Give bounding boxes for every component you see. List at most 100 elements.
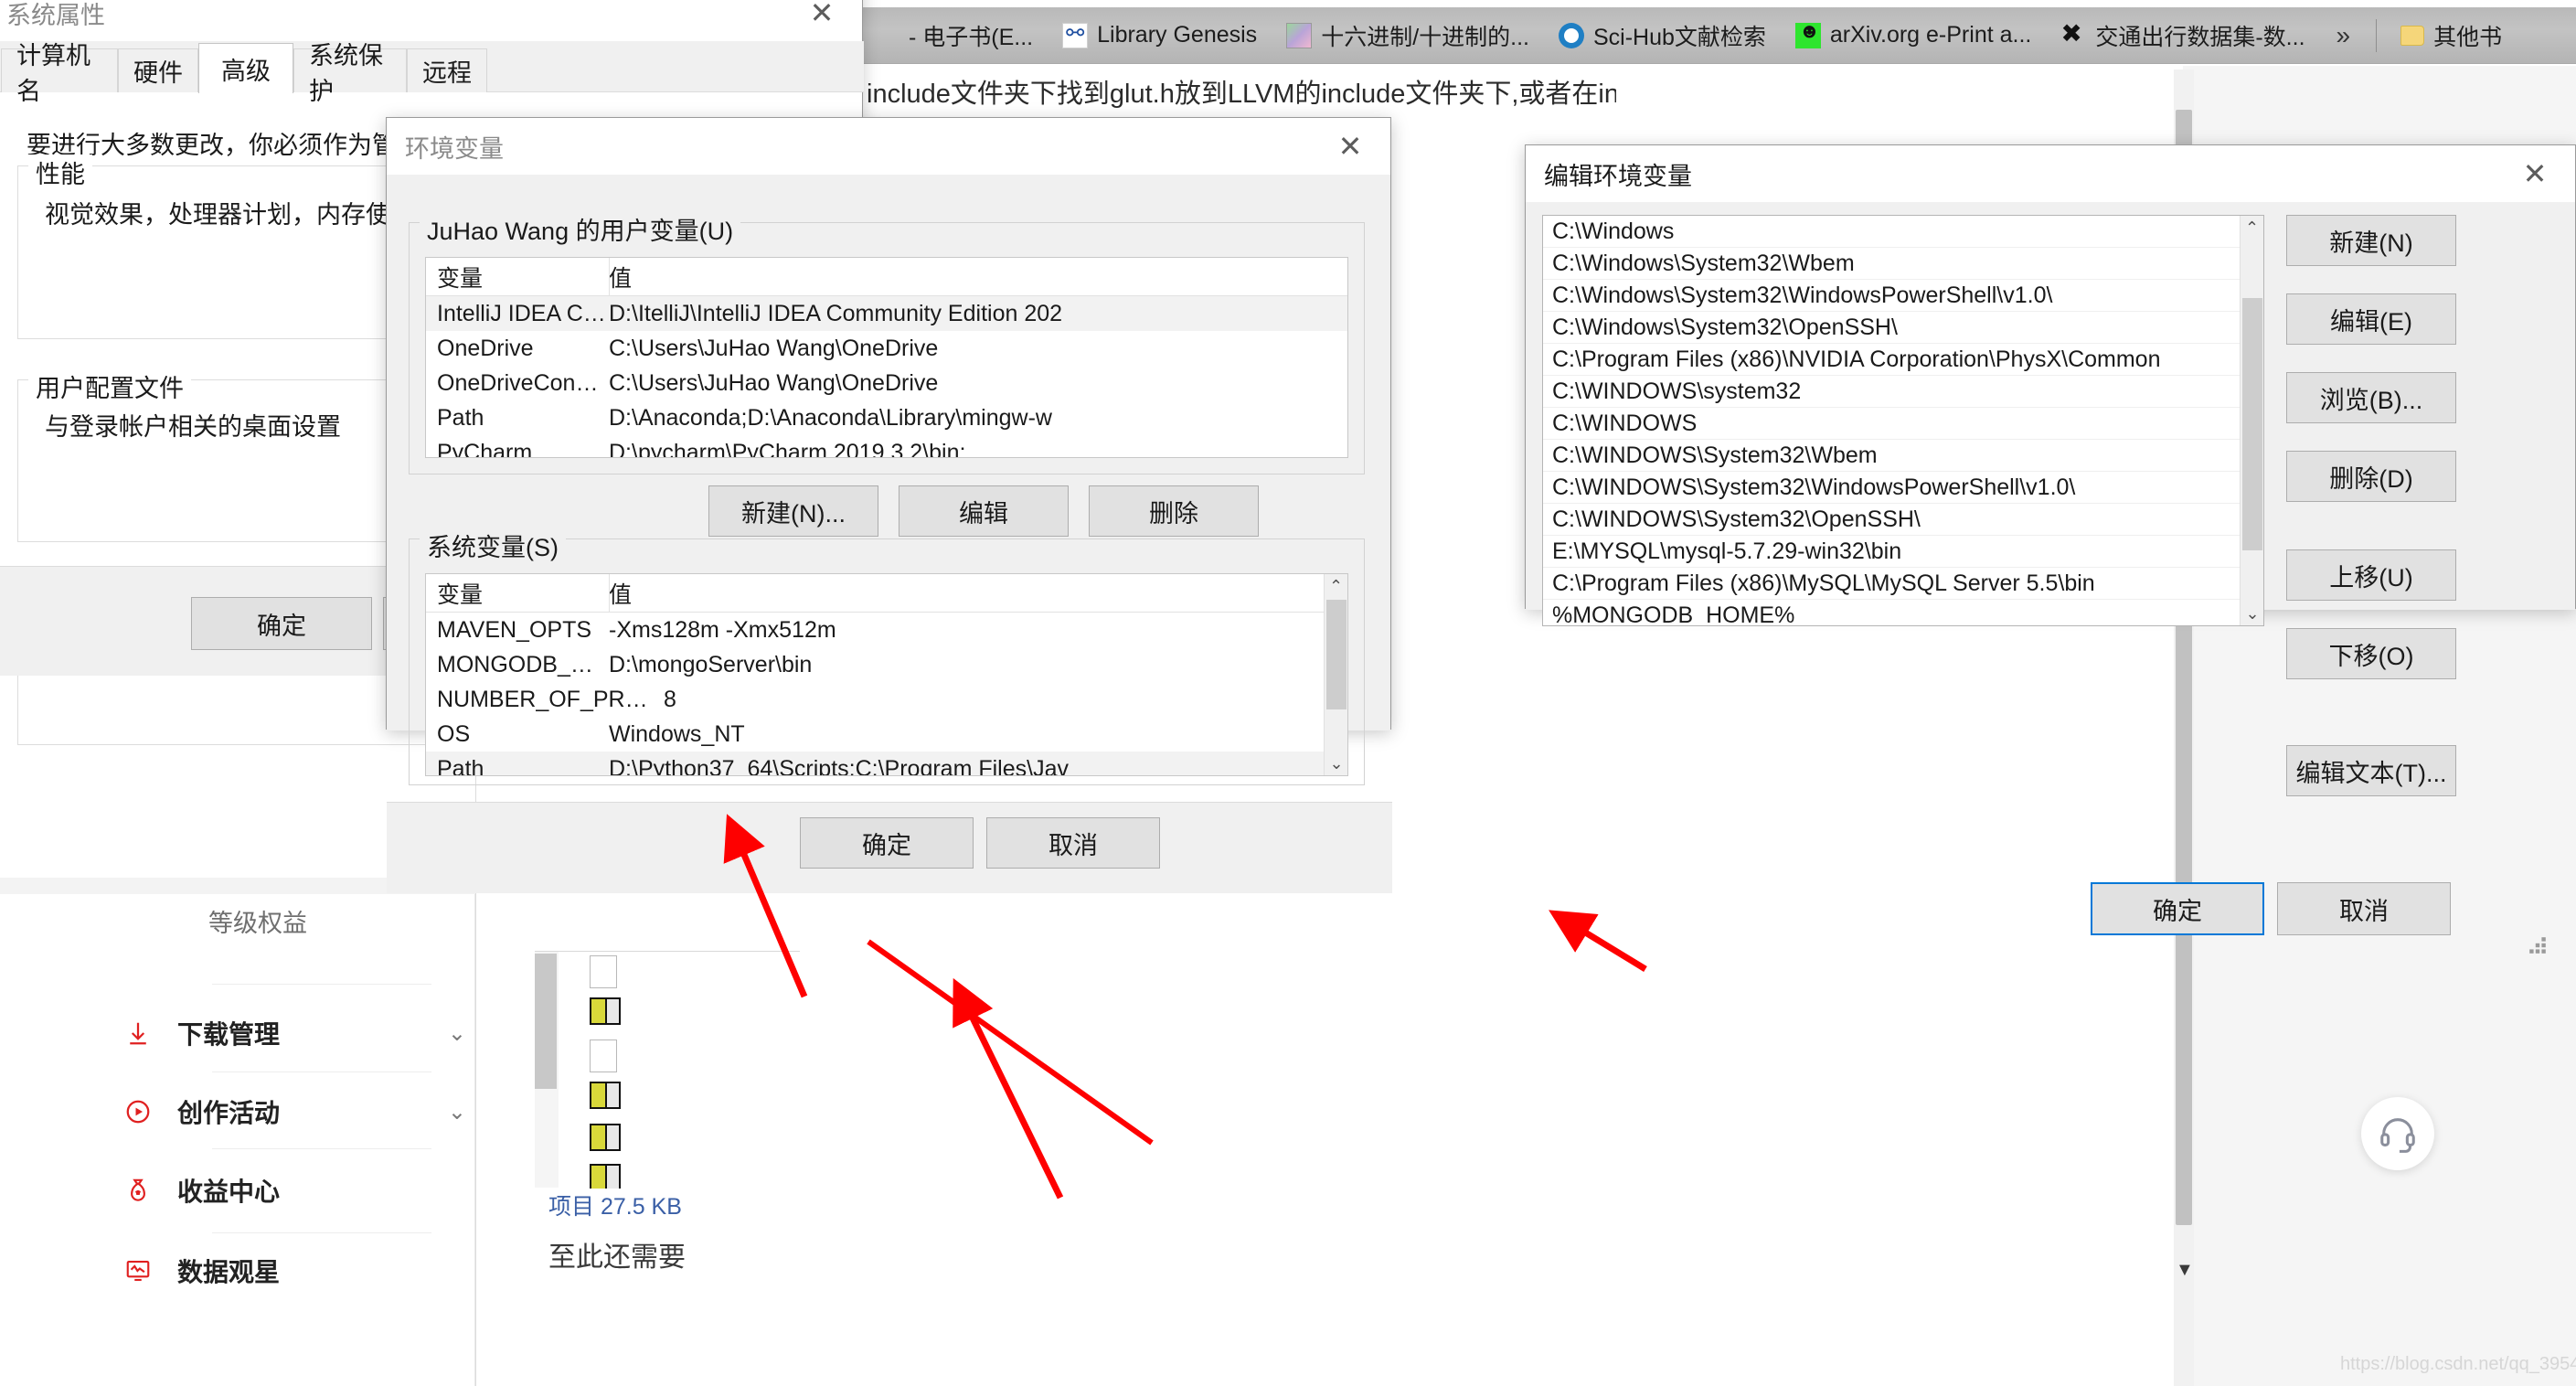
edit-button[interactable]: 编辑(E)	[2286, 293, 2456, 345]
path-text: C:\WINDOWS\system32	[1552, 378, 1802, 404]
list-item[interactable]: C:\WINDOWS\System32\WindowsPowerShell\v1…	[1543, 472, 2263, 504]
bookmarks-overflow-button[interactable]: »	[2320, 21, 2368, 50]
customer-service-button[interactable]	[2361, 1097, 2434, 1170]
list-item[interactable]: C:\Windows\System32\Wbem	[1543, 248, 2263, 280]
user-delete-button[interactable]: 删除	[1089, 485, 1259, 537]
list-item[interactable]: C:\Windows\System32\WindowsPowerShell\v1…	[1543, 280, 2263, 312]
scroll-up-icon[interactable]: ⌃	[1325, 574, 1347, 598]
table-row[interactable]: Path D:\Python37_64\Scripts;C:\Program Fi…	[426, 752, 1347, 775]
ok-button[interactable]: 确定	[2091, 882, 2264, 935]
path-list[interactable]: C:\Windows C:\Windows\System32\Wbem C:\W…	[1542, 215, 2264, 626]
table-row[interactable]: Path D:\Anaconda;D:\Anaconda\Library\ming…	[426, 400, 1347, 435]
system-table-scrollbar[interactable]: ⌃ ⌄	[1324, 574, 1347, 775]
table-row[interactable]: OS Windows_NT	[426, 717, 1347, 752]
scihub-icon	[1558, 22, 1584, 48]
sidebar-item-creation-activity[interactable]: 创作活动 ⌄	[119, 1084, 466, 1139]
bookmark-item-arxiv[interactable]: arXiv.org e-Print a...	[1781, 15, 2046, 57]
cancel-button[interactable]: 取消	[2277, 882, 2451, 935]
column-header-name: 变量	[437, 265, 484, 292]
scrollbar-thumb[interactable]	[2242, 298, 2262, 550]
table-row[interactable]: NUMBER_OF_PROCESSORS8	[426, 682, 1347, 717]
scroll-down-icon[interactable]: ⌄	[2241, 602, 2263, 625]
bookmark-item-hex-dec[interactable]: 十六进制/十进制的...	[1272, 15, 1544, 57]
system-variables-table[interactable]: 变量 值 MAVEN_OPTS -Xms128m -Xmx512m MONGODB…	[425, 573, 1348, 776]
list-item[interactable]: C:\WINDOWS\System32\Wbem	[1543, 440, 2263, 472]
tab-hardware[interactable]: 硬件	[118, 48, 198, 92]
close-icon[interactable]: ✕	[2495, 145, 2575, 202]
table-row[interactable]: PyCharm D:\pycharm\PyCharm 2019.3.2\bin;	[426, 435, 1347, 458]
library-genesis-icon	[1062, 20, 1089, 48]
ok-button[interactable]: 确定	[800, 817, 974, 869]
scrollbar-thumb[interactable]	[1326, 600, 1347, 709]
user-new-button[interactable]: 新建(N)...	[708, 485, 878, 537]
list-item[interactable]	[590, 1164, 621, 1189]
cell-value: -Xms128m -Xmx512m	[609, 616, 836, 643]
list-item[interactable]: C:\Program Files (x86)\MySQL\MySQL Serve…	[1543, 568, 2263, 600]
list-item[interactable]: C:\Windows\System32\OpenSSH\	[1543, 312, 2263, 344]
list-item[interactable]	[590, 1082, 621, 1109]
delete-button[interactable]: 删除(D)	[2286, 451, 2456, 502]
tab-computer-name[interactable]: 计算机名	[1, 42, 118, 105]
play-circle-icon	[119, 1093, 157, 1131]
browse-button[interactable]: 浏览(B)...	[2286, 372, 2456, 423]
dialog-body: JuHao Wang 的用户变量(U) 变量 值 IntelliJ IDEA C…	[387, 175, 1390, 857]
move-up-button[interactable]: 上移(U)	[2286, 549, 2456, 601]
column-header-value: 值	[609, 265, 633, 292]
ok-button[interactable]: 确定	[191, 597, 372, 650]
cancel-button[interactable]: 取消	[986, 817, 1160, 869]
user-edit-button[interactable]: 编辑	[899, 485, 1069, 537]
table-row[interactable]: MAVEN_OPTS -Xms128m -Xmx512m	[426, 613, 1347, 647]
bookmark-item-scihub[interactable]: Sci-Hub文献检索	[1544, 15, 1781, 57]
cell-name: IntelliJ IDEA Community Ed...	[437, 300, 609, 326]
column-header-name: 变量	[437, 581, 484, 608]
path-text: C:\WINDOWS	[1552, 410, 1698, 436]
chevron-down-icon[interactable]: ⌄	[448, 1099, 466, 1125]
close-icon[interactable]: ✕	[1310, 118, 1390, 175]
scroll-down-icon[interactable]: ⌄	[1325, 752, 1347, 775]
csdn-sidebar: 等级权益 下载管理 ⌄ 创作活动 ⌄ 收益中心 数据观星	[0, 878, 475, 1386]
move-down-button[interactable]: 下移(O)	[2286, 628, 2456, 679]
path-list-scrollbar[interactable]: ⌃ ⌄	[2240, 216, 2263, 625]
new-button[interactable]: 新建(N)	[2286, 215, 2456, 266]
close-icon[interactable]: ✕	[782, 0, 862, 41]
sidebar-item-revenue-center[interactable]: 收益中心	[119, 1163, 466, 1218]
list-item[interactable]: C:\Windows	[1543, 216, 2263, 248]
list-item[interactable]: C:\WINDOWS	[1543, 408, 2263, 440]
bookmark-item-ebook[interactable]: - 电子书(E...	[859, 15, 1048, 57]
resize-grip-icon[interactable]	[2528, 935, 2548, 955]
path-text: %MONGODB_HOME%	[1552, 602, 1795, 626]
list-item[interactable]	[590, 1124, 621, 1151]
user-variables-table[interactable]: 变量 值 IntelliJ IDEA Community Ed...D:\Ite…	[425, 257, 1348, 458]
other-bookmarks-folder[interactable]: 其他书	[2386, 15, 2517, 57]
column-divider[interactable]	[609, 258, 610, 296]
bookmark-item-library-genesis[interactable]: Library Genesis	[1048, 15, 1272, 57]
table-row[interactable]: MONGODB_HOMED:\mongoServer\bin	[426, 647, 1347, 682]
list-item[interactable]	[590, 1040, 617, 1072]
path-text: C:\Windows\System32\WindowsPowerShell\v1…	[1552, 282, 2053, 308]
scroll-up-icon[interactable]: ⌃	[2241, 216, 2263, 240]
dataset-icon	[2060, 18, 2086, 48]
list-item[interactable]	[590, 955, 617, 988]
cell-value: 8	[664, 686, 676, 712]
table-row[interactable]: OneDrive C:\Users\JuHao Wang\OneDrive	[426, 331, 1347, 366]
bookmark-item-dataset[interactable]: 交通出行数据集-数...	[2046, 15, 2319, 57]
sidebar-item-download-manager[interactable]: 下载管理 ⌄	[119, 1006, 466, 1061]
list-item[interactable]	[590, 997, 621, 1025]
chevron-down-icon[interactable]: ⌄	[448, 1020, 466, 1047]
list-item[interactable]: C:\WINDOWS\system32	[1543, 376, 2263, 408]
list-item[interactable]: %MONGODB_HOME%	[1543, 600, 2263, 626]
column-divider[interactable]	[609, 574, 610, 613]
edit-text-button[interactable]: 编辑文本(T)...	[2286, 745, 2456, 796]
tab-system-protection[interactable]: 系统保护	[293, 42, 407, 105]
sidebar-item-label: 创作活动	[177, 1099, 281, 1127]
tab-remote[interactable]: 远程	[407, 48, 487, 92]
list-item[interactable]: C:\WINDOWS\System32\OpenSSH\	[1543, 504, 2263, 536]
tab-advanced[interactable]: 高级	[198, 43, 293, 93]
table-row[interactable]: OneDriveConsumerC:\Users\JuHao Wang\OneD…	[426, 366, 1347, 400]
list-item[interactable]: E:\MYSQL\mysql-5.7.29-win32\bin	[1543, 536, 2263, 568]
list-item[interactable]: C:\Program Files (x86)\NVIDIA Corporatio…	[1543, 344, 2263, 376]
explorer-scrollbar-thumb[interactable]	[535, 954, 557, 1089]
sidebar-item-data-observatory[interactable]: 数据观星	[119, 1243, 466, 1298]
scroll-down-arrow-icon[interactable]: ▼	[2176, 1260, 2194, 1284]
table-row[interactable]: IntelliJ IDEA Community Ed...D:\ItelliJ\…	[426, 296, 1347, 331]
